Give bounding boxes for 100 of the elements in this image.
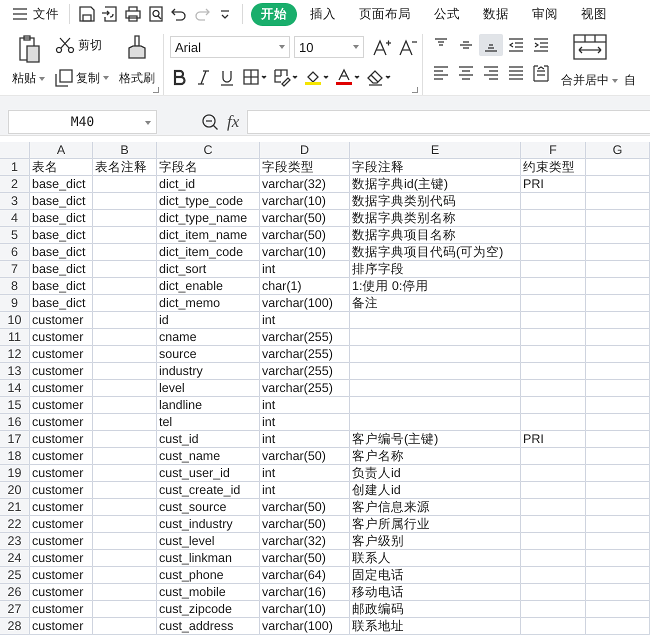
table-cell[interactable]: varchar(100): [260, 295, 350, 312]
table-cell[interactable]: landline: [157, 397, 260, 414]
table-cell[interactable]: level: [157, 380, 260, 397]
font-grow-icon[interactable]: [372, 38, 392, 56]
table-cell[interactable]: 负责人id: [350, 465, 521, 482]
table-cell[interactable]: cust_level: [157, 533, 260, 550]
table-cell[interactable]: customer: [30, 550, 93, 567]
table-cell[interactable]: [350, 397, 521, 414]
table-cell[interactable]: [586, 567, 650, 584]
table-cell[interactable]: dict_id: [157, 176, 260, 193]
table-cell[interactable]: [586, 346, 650, 363]
row-header[interactable]: 8: [0, 278, 30, 295]
table-cell[interactable]: [521, 295, 586, 312]
table-cell[interactable]: 字段名: [157, 159, 260, 176]
table-cell[interactable]: customer: [30, 431, 93, 448]
table-cell[interactable]: tel: [157, 414, 260, 431]
table-cell[interactable]: cust_industry: [157, 516, 260, 533]
table-cell[interactable]: cust_create_id: [157, 482, 260, 499]
column-header[interactable]: G: [586, 142, 650, 159]
table-cell[interactable]: [93, 533, 157, 550]
column-header[interactable]: C: [157, 142, 260, 159]
table-cell[interactable]: [521, 533, 586, 550]
table-cell[interactable]: varchar(64): [260, 567, 350, 584]
borders-icon[interactable]: [242, 68, 267, 87]
file-menu[interactable]: 文件: [12, 4, 70, 24]
table-cell[interactable]: [586, 601, 650, 618]
table-cell[interactable]: cust_mobile: [157, 584, 260, 601]
table-cell[interactable]: [93, 482, 157, 499]
select-all-button[interactable]: [0, 142, 30, 159]
table-cell[interactable]: [521, 465, 586, 482]
table-cell[interactable]: [521, 397, 586, 414]
table-cell[interactable]: varchar(255): [260, 363, 350, 380]
column-header[interactable]: A: [30, 142, 93, 159]
table-cell[interactable]: customer: [30, 346, 93, 363]
table-cell[interactable]: base_dict: [30, 210, 93, 227]
row-header[interactable]: 15: [0, 397, 30, 414]
table-cell[interactable]: varchar(32): [260, 176, 350, 193]
row-header[interactable]: 23: [0, 533, 30, 550]
table-cell[interactable]: varchar(50): [260, 227, 350, 244]
row-header[interactable]: 16: [0, 414, 30, 431]
zoom-icon[interactable]: [201, 113, 219, 131]
table-cell[interactable]: [586, 210, 650, 227]
print-icon[interactable]: [124, 5, 142, 23]
table-cell[interactable]: [93, 380, 157, 397]
table-cell[interactable]: varchar(50): [260, 550, 350, 567]
table-cell[interactable]: cust_id: [157, 431, 260, 448]
table-cell[interactable]: varchar(255): [260, 329, 350, 346]
row-header[interactable]: 7: [0, 261, 30, 278]
table-cell[interactable]: 客户名称: [350, 448, 521, 465]
table-cell[interactable]: int: [260, 431, 350, 448]
table-cell[interactable]: [93, 550, 157, 567]
table-cell[interactable]: cust_source: [157, 499, 260, 516]
table-cell[interactable]: [521, 550, 586, 567]
table-cell[interactable]: customer: [30, 448, 93, 465]
table-cell[interactable]: [586, 295, 650, 312]
table-cell[interactable]: customer: [30, 618, 93, 635]
table-cell[interactable]: customer: [30, 482, 93, 499]
table-cell[interactable]: int: [260, 261, 350, 278]
table-cell[interactable]: [93, 601, 157, 618]
function-icon[interactable]: fx: [227, 112, 240, 132]
row-header[interactable]: 27: [0, 601, 30, 618]
table-cell[interactable]: [521, 618, 586, 635]
table-cell[interactable]: [93, 210, 157, 227]
table-cell[interactable]: [586, 618, 650, 635]
row-header[interactable]: 1: [0, 159, 30, 176]
table-cell[interactable]: [521, 278, 586, 295]
row-header[interactable]: 6: [0, 244, 30, 261]
table-cell[interactable]: [521, 193, 586, 210]
table-cell[interactable]: cust_phone: [157, 567, 260, 584]
table-cell[interactable]: char(1): [260, 278, 350, 295]
table-cell[interactable]: customer: [30, 601, 93, 618]
table-cell[interactable]: [350, 312, 521, 329]
table-cell[interactable]: 数据字典项目代码(可为空): [350, 244, 521, 261]
table-cell[interactable]: customer: [30, 584, 93, 601]
table-cell[interactable]: cust_zipcode: [157, 601, 260, 618]
table-cell[interactable]: [521, 346, 586, 363]
align-bottom-icon[interactable]: [479, 34, 503, 56]
table-cell[interactable]: [586, 448, 650, 465]
table-cell[interactable]: cust_linkman: [157, 550, 260, 567]
table-cell[interactable]: cust_user_id: [157, 465, 260, 482]
table-cell[interactable]: [521, 261, 586, 278]
table-cell[interactable]: PRI: [521, 176, 586, 193]
table-cell[interactable]: [586, 363, 650, 380]
table-cell[interactable]: 字段注释: [350, 159, 521, 176]
table-cell[interactable]: 邮政编码: [350, 601, 521, 618]
table-cell[interactable]: [93, 261, 157, 278]
font-field[interactable]: Arial: [170, 36, 290, 58]
table-cell[interactable]: [521, 380, 586, 397]
table-cell[interactable]: [350, 329, 521, 346]
table-cell[interactable]: 排序字段: [350, 261, 521, 278]
table-cell[interactable]: [586, 465, 650, 482]
table-cell[interactable]: [586, 584, 650, 601]
table-cell[interactable]: [521, 414, 586, 431]
table-cell[interactable]: 数据字典id(主键): [350, 176, 521, 193]
column-header[interactable]: D: [260, 142, 350, 159]
table-cell[interactable]: [93, 346, 157, 363]
column-header[interactable]: B: [93, 142, 157, 159]
paste-button[interactable]: 粘贴: [12, 70, 45, 87]
table-cell[interactable]: [93, 448, 157, 465]
table-cell[interactable]: 约束类型: [521, 159, 586, 176]
